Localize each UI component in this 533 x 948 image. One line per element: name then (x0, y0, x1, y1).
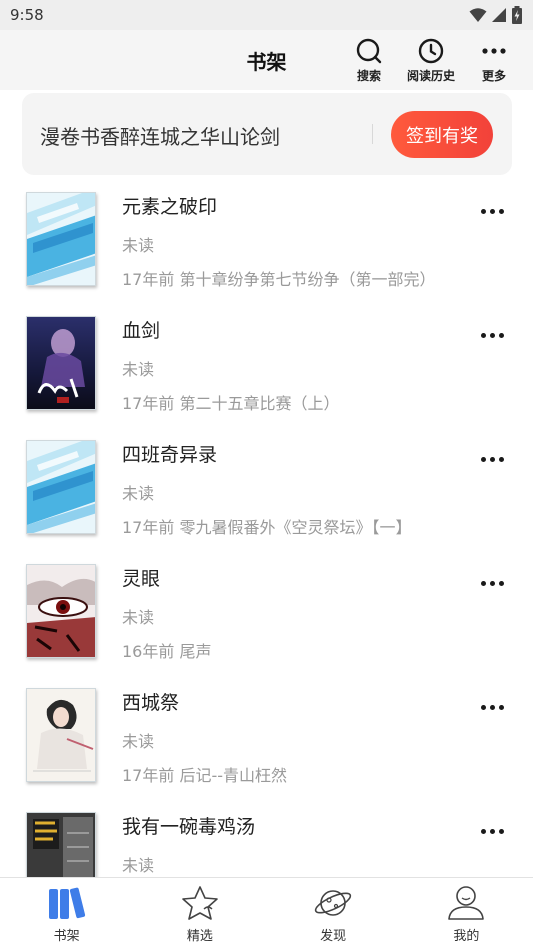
book-read-status: 未读 (122, 360, 155, 379)
status-time: 9:58 (10, 6, 44, 24)
banner-text[interactable]: 漫卷书香醉连城之华山论剑 (40, 121, 280, 150)
signal-icon (492, 8, 506, 22)
book-title: 元素之破印 (122, 196, 218, 218)
book-item[interactable]: 我有一碗毒鸡汤 未读 (0, 800, 533, 877)
bottom-nav: 书架 精选 发现 我的 (0, 877, 533, 948)
book-item[interactable]: 灵眼 未读 16年前 尾声 (0, 552, 533, 676)
more-button[interactable]: 更多 (465, 38, 523, 88)
announcement-banner[interactable]: 漫卷书香醉连城之华山论剑 签到有奖 (22, 93, 512, 175)
book-title: 西城祭 (122, 692, 180, 714)
book-more-button[interactable] (472, 570, 512, 596)
battery-icon (512, 6, 522, 24)
book-latest-chapter: 17年前 第十章纷争第七节纷争（第一部完） (122, 270, 436, 289)
book-title: 我有一碗毒鸡汤 (122, 816, 256, 838)
book-list[interactable]: 元素之破印 未读 17年前 第十章纷争第七节纷争（第一部完） 血剑 未读 17年… (0, 180, 533, 877)
app-header: 书架 搜索 阅读历史 更多 (0, 30, 533, 90)
status-icons (469, 6, 523, 24)
book-item[interactable]: 元素之破印 未读 17年前 第十章纷争第七节纷争（第一部完） (0, 180, 533, 304)
book-read-status: 未读 (122, 236, 155, 255)
nav-profile[interactable]: 我的 (400, 878, 533, 948)
book-title: 血剑 (122, 320, 161, 342)
more-label: 更多 (481, 69, 506, 83)
checkin-button[interactable]: 签到有奖 (391, 111, 493, 158)
book-latest-chapter: 17年前 第二十五章比赛（上） (122, 394, 340, 413)
book-cover[interactable] (26, 440, 96, 534)
book-read-status: 未读 (122, 856, 155, 875)
book-read-status: 未读 (122, 732, 155, 751)
book-cover[interactable] (26, 564, 96, 658)
book-cover[interactable] (26, 192, 96, 286)
book-more-button[interactable] (472, 818, 512, 844)
banner-divider (372, 124, 373, 144)
person-icon (448, 886, 485, 920)
book-title: 灵眼 (122, 568, 161, 590)
wifi-icon (469, 8, 487, 22)
book-cover[interactable] (26, 812, 96, 877)
planet-icon (314, 890, 352, 916)
history-label: 阅读历史 (406, 69, 455, 83)
book-latest-chapter: 17年前 后记--青山枉然 (122, 766, 287, 785)
book-more-button[interactable] (472, 694, 512, 720)
nav-label: 发现 (320, 929, 347, 944)
status-bar: 9:58 (0, 0, 533, 30)
bookshelf-icon (48, 887, 85, 919)
nav-featured[interactable]: 精选 (133, 878, 266, 948)
nav-bookshelf[interactable]: 书架 (0, 878, 133, 948)
book-more-button[interactable] (472, 322, 512, 348)
book-latest-chapter: 16年前 尾声 (122, 642, 212, 661)
book-more-button[interactable] (472, 198, 512, 224)
book-read-status: 未读 (122, 608, 155, 627)
book-latest-chapter: 17年前 零九暑假番外《空灵祭坛》【一】 (122, 518, 412, 537)
book-title: 四班奇异录 (122, 444, 218, 466)
more-dots-icon (482, 48, 506, 54)
search-label: 搜索 (356, 69, 381, 83)
book-more-button[interactable] (472, 446, 512, 472)
history-button[interactable]: 阅读历史 (402, 38, 460, 88)
nav-label: 我的 (453, 929, 480, 944)
book-item[interactable]: 西城祭 未读 17年前 后记--青山枉然 (0, 676, 533, 800)
book-item[interactable]: 血剑 未读 17年前 第二十五章比赛（上） (0, 304, 533, 428)
nav-label: 书架 (53, 929, 80, 944)
nav-discover[interactable]: 发现 (267, 878, 400, 948)
book-item[interactable]: 四班奇异录 未读 17年前 零九暑假番外《空灵祭坛》【一】 (0, 428, 533, 552)
nav-label: 精选 (186, 929, 213, 944)
star-icon (182, 886, 218, 920)
book-cover[interactable] (26, 316, 96, 410)
search-button[interactable]: 搜索 (340, 38, 398, 88)
book-read-status: 未读 (122, 484, 155, 503)
book-cover[interactable] (26, 688, 96, 782)
clock-icon (418, 38, 444, 64)
search-icon (356, 38, 382, 64)
